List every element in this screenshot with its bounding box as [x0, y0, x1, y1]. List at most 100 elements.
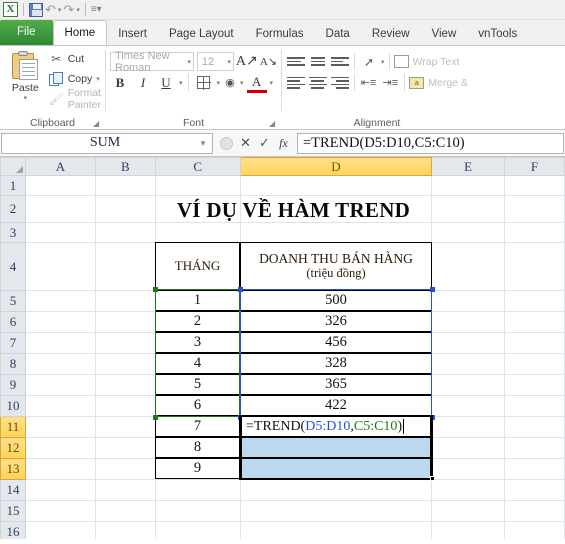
- cell-d12[interactable]: [241, 437, 431, 458]
- row-header-7[interactable]: 7: [0, 332, 26, 354]
- fill-color-dropdown-icon[interactable]: ▾: [240, 79, 244, 87]
- underline-button[interactable]: U: [156, 73, 176, 93]
- font-size-chevron-down-icon[interactable]: ▾: [227, 58, 231, 66]
- format-painter-button[interactable]: 🖌 Format Painter: [49, 87, 101, 111]
- undo-dropdown-icon[interactable]: ▾: [58, 6, 62, 14]
- align-bottom-icon[interactable]: [330, 52, 350, 72]
- row-header-10[interactable]: 10: [0, 395, 26, 417]
- row-header-4[interactable]: 4: [0, 242, 26, 291]
- cell-c8[interactable]: 4: [155, 353, 240, 374]
- copy-button[interactable]: Copy ▾: [49, 69, 101, 89]
- row-header-16[interactable]: 16: [0, 521, 26, 539]
- cell-c13[interactable]: 9: [155, 458, 240, 479]
- cell-c7[interactable]: 3: [155, 332, 240, 353]
- tab-home[interactable]: Home: [52, 20, 108, 45]
- font-name-select[interactable]: Times New Roman ▾: [110, 50, 194, 74]
- fill-handle[interactable]: [430, 476, 435, 481]
- tab-data[interactable]: Data: [315, 23, 361, 45]
- excel-logo-icon[interactable]: X: [3, 2, 18, 17]
- name-box[interactable]: SUM ▾: [1, 132, 213, 154]
- orientation-icon[interactable]: ➚: [359, 52, 379, 72]
- italic-button[interactable]: I: [133, 73, 153, 93]
- row-header-3[interactable]: 3: [0, 222, 26, 243]
- row-header-12[interactable]: 12: [0, 437, 26, 459]
- cell-c11[interactable]: 7: [155, 416, 240, 437]
- row-header-1[interactable]: 1: [0, 175, 26, 196]
- spreadsheet-grid[interactable]: A B C D E F 1 2 3 4 5 6 7 8 9 10 11 12 1…: [0, 157, 565, 539]
- align-right-icon[interactable]: [330, 73, 350, 93]
- enter-formula-button[interactable]: ✓: [258, 135, 271, 151]
- cell-d6[interactable]: 326: [240, 311, 432, 332]
- fill-color-icon[interactable]: ◉: [223, 76, 237, 90]
- header-cell-thang[interactable]: THÁNG: [155, 242, 240, 290]
- insert-function-circle-icon[interactable]: [220, 136, 233, 150]
- merge-and-center-button[interactable]: a Merge &: [409, 72, 468, 93]
- increase-indent-icon[interactable]: ⇥≡: [380, 73, 400, 93]
- cell-c5[interactable]: 1: [155, 290, 240, 311]
- insert-function-icon[interactable]: fx: [277, 136, 290, 151]
- column-header-e[interactable]: E: [431, 157, 506, 176]
- align-middle-icon[interactable]: [308, 52, 328, 72]
- orientation-dropdown-icon[interactable]: ▾: [381, 58, 385, 66]
- row-header-6[interactable]: 6: [0, 311, 26, 333]
- shrink-font-icon[interactable]: A↘: [260, 52, 277, 72]
- row-header-11[interactable]: 11: [0, 416, 26, 438]
- cell-c10[interactable]: 6: [155, 395, 240, 416]
- header-cell-doanh-thu[interactable]: DOANH THU BÁN HÀNG (triệu đồng): [240, 242, 432, 290]
- redo-icon[interactable]: ↷: [63, 2, 74, 17]
- cell-d7[interactable]: 456: [240, 332, 432, 353]
- underline-dropdown-icon[interactable]: ▾: [179, 79, 183, 87]
- row-header-14[interactable]: 14: [0, 479, 26, 501]
- cell-d13[interactable]: [241, 458, 431, 479]
- column-header-f[interactable]: F: [504, 157, 565, 176]
- tab-review[interactable]: Review: [361, 23, 421, 45]
- tab-formulas[interactable]: Formulas: [245, 23, 315, 45]
- save-icon[interactable]: [29, 2, 43, 17]
- select-all-corner[interactable]: [0, 157, 26, 176]
- cell-d8[interactable]: 328: [240, 353, 432, 374]
- tab-page-layout[interactable]: Page Layout: [158, 23, 245, 45]
- row-header-5[interactable]: 5: [0, 290, 26, 312]
- formula-input[interactable]: =TREND(D5:D10,C5:C10): [297, 132, 564, 154]
- column-header-a[interactable]: A: [24, 157, 96, 176]
- name-box-chevron-down-icon[interactable]: ▾: [194, 138, 212, 149]
- borders-button[interactable]: [194, 73, 214, 93]
- cell-c6[interactable]: 2: [155, 311, 240, 332]
- wrap-text-button[interactable]: Wrap Text: [393, 51, 459, 72]
- copy-dropdown-icon[interactable]: ▾: [96, 75, 100, 83]
- row-header-8[interactable]: 8: [0, 353, 26, 375]
- row-header-13[interactable]: 13: [0, 458, 26, 480]
- font-dialog-launcher-icon[interactable]: ◢: [269, 119, 278, 128]
- tab-insert[interactable]: Insert: [107, 23, 158, 45]
- align-center-icon[interactable]: [308, 73, 328, 93]
- font-color-dropdown-icon[interactable]: ▾: [270, 79, 274, 87]
- font-name-chevron-down-icon[interactable]: ▾: [187, 58, 191, 66]
- sheet-title[interactable]: VÍ DỤ VỀ HÀM TREND: [155, 197, 432, 224]
- tab-view[interactable]: View: [421, 23, 468, 45]
- cancel-formula-button[interactable]: ✕: [239, 135, 252, 151]
- column-header-c[interactable]: C: [154, 157, 241, 176]
- customize-qat-icon[interactable]: ≡▾: [91, 4, 102, 15]
- bold-button[interactable]: B: [110, 73, 130, 93]
- cut-button[interactable]: ✂ Cut: [49, 49, 101, 69]
- column-header-d[interactable]: D: [239, 157, 433, 176]
- column-header-b[interactable]: B: [94, 157, 156, 176]
- cell-d10[interactable]: 422: [240, 395, 432, 416]
- paste-dropdown-icon[interactable]: ▾: [24, 94, 28, 102]
- cell-c12[interactable]: 8: [155, 437, 240, 458]
- cell-c9[interactable]: 5: [155, 374, 240, 395]
- clipboard-dialog-launcher-icon[interactable]: ◢: [93, 119, 102, 128]
- row-header-9[interactable]: 9: [0, 374, 26, 396]
- cell-d5[interactable]: 500: [240, 290, 432, 311]
- tab-vntools[interactable]: vnTools: [467, 23, 528, 45]
- grow-font-icon[interactable]: A↗: [236, 52, 258, 72]
- undo-icon[interactable]: ↶: [45, 2, 56, 17]
- redo-dropdown-icon[interactable]: ▾: [76, 6, 80, 14]
- cell-d9[interactable]: 365: [240, 374, 432, 395]
- row-header-2[interactable]: 2: [0, 195, 26, 223]
- align-left-icon[interactable]: [286, 73, 306, 93]
- row-header-15[interactable]: 15: [0, 500, 26, 522]
- tab-file[interactable]: File: [0, 20, 53, 45]
- decrease-indent-icon[interactable]: ⇤≡: [359, 73, 379, 93]
- font-size-select[interactable]: 12 ▾: [196, 52, 234, 71]
